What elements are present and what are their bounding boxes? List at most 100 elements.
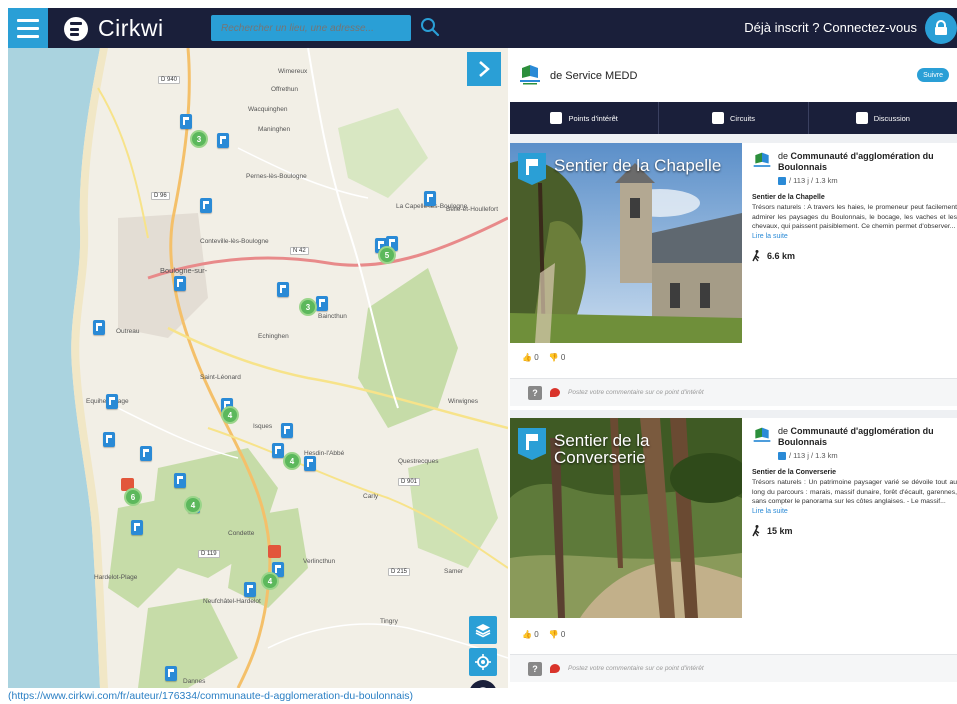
search-icon[interactable] <box>420 17 440 37</box>
author-logo-icon <box>520 65 540 85</box>
map-label: Conteville-lès-Boulogne <box>200 238 269 245</box>
poi-pin-icon[interactable] <box>131 520 143 535</box>
read-more-link[interactable]: Lire la suite <box>752 233 957 240</box>
trail-title[interactable]: Sentier de la Chapelle <box>554 157 740 174</box>
reactions: 👍 0 👎 0 <box>522 353 565 362</box>
hiker-icon <box>752 524 760 536</box>
trail-card[interactable]: Sentier de la Converserie de Communauté … <box>510 418 957 688</box>
source-url-caption[interactable]: (https://www.cirkwi.com/fr/auteur/176334… <box>8 690 413 702</box>
poi-pin-icon[interactable] <box>140 446 152 461</box>
poi-pin-icon[interactable] <box>424 191 436 206</box>
layers-button[interactable] <box>469 616 497 644</box>
search-input[interactable] <box>211 15 411 41</box>
details-panel: de Service MEDD Suivre Points d'intérêt … <box>510 48 957 688</box>
poi-pin-icon[interactable] <box>304 456 316 471</box>
geolocate-button[interactable] <box>469 648 497 676</box>
poi-pin-icon[interactable] <box>281 423 293 438</box>
crosshair-icon <box>475 654 491 670</box>
map-label: Maninghen <box>258 126 291 133</box>
road-number: D 119 <box>198 550 220 558</box>
poi-pin-icon[interactable] <box>272 443 284 458</box>
map-label: Echinghen <box>258 333 289 340</box>
trail-flag-icon <box>518 428 546 460</box>
help-icon[interactable]: ? <box>528 385 542 400</box>
cluster-marker[interactable]: 4 <box>283 452 301 470</box>
trail-title[interactable]: Sentier de la Converserie <box>554 432 740 466</box>
poi-pin-icon[interactable] <box>244 582 256 597</box>
hamburger-menu-icon[interactable] <box>8 8 48 48</box>
trail-flag-icon <box>518 153 546 185</box>
road-number: N 42 <box>290 247 309 255</box>
map-label: Condette <box>228 530 255 537</box>
poi-pin-icon[interactable] <box>174 276 186 291</box>
poi-type-icon <box>778 176 786 185</box>
layers-icon <box>475 624 491 638</box>
lock-icon[interactable] <box>925 12 957 44</box>
poi-pin-icon[interactable] <box>180 114 192 129</box>
map-pin-icon <box>550 112 563 124</box>
trail-author[interactable]: de Communauté d'agglomération du Boulonn… <box>778 426 957 448</box>
tab-discussion[interactable]: Discussion <box>809 102 957 134</box>
cluster-marker[interactable]: 3 <box>190 130 208 148</box>
map-label: Verlincthun <box>303 558 336 565</box>
trail-stats: / 113 j / 1.3 km <box>778 176 957 185</box>
building-pin-icon[interactable] <box>268 545 281 558</box>
top-bar: Cirkwi Déjà inscrit ? Connectez-vous <box>8 8 957 48</box>
login-link[interactable]: Déjà inscrit ? Connectez-vous <box>744 20 917 35</box>
poi-pin-icon[interactable] <box>277 282 289 297</box>
poi-pin-icon[interactable] <box>106 394 118 409</box>
like-button[interactable]: 👍 0 <box>522 630 539 639</box>
map-label: Carly <box>363 493 379 500</box>
cluster-marker[interactable]: 4 <box>184 496 202 514</box>
trail-photo[interactable]: Sentier de la Converserie <box>510 418 742 618</box>
poi-pin-icon[interactable] <box>316 296 328 311</box>
poi-pin-icon[interactable] <box>93 320 105 335</box>
road-number: D 901 <box>398 478 421 486</box>
trail-stats: / 113 j / 1.3 km <box>778 451 957 460</box>
dislike-button[interactable]: 👎 0 <box>549 630 566 639</box>
read-more-link[interactable]: Lire la suite <box>752 508 957 515</box>
cluster-marker[interactable]: 3 <box>299 298 317 316</box>
trail-name: Sentier de la Chapelle <box>752 194 825 201</box>
follow-button[interactable]: Suivre <box>917 68 949 82</box>
cirkwi-logo[interactable]: Cirkwi <box>64 15 164 42</box>
cluster-marker[interactable]: 5 <box>378 246 396 264</box>
comment-icon <box>550 664 560 673</box>
map-label: Dannes <box>183 678 206 685</box>
poi-pin-icon[interactable] <box>174 473 186 488</box>
author-name[interactable]: de Service MEDD <box>550 70 637 82</box>
dislike-button[interactable]: 👎 0 <box>549 353 566 362</box>
comment-bar[interactable]: ? Postez votre commentaire sur ce point … <box>510 378 957 406</box>
help-icon[interactable]: ? <box>528 661 542 676</box>
cluster-marker[interactable]: 6 <box>124 488 142 506</box>
poi-pin-icon[interactable] <box>200 198 212 213</box>
cluster-marker[interactable]: 4 <box>221 406 239 424</box>
tab-points-of-interest[interactable]: Points d'intérêt <box>510 102 660 134</box>
compass-icon <box>479 687 487 688</box>
comment-bar[interactable]: ? Postez votre commentaire sur ce point … <box>510 654 957 682</box>
map-view[interactable]: Boulogne-sur- Outreau Equihen-Plage Hard… <box>8 48 508 688</box>
app-window: Cirkwi Déjà inscrit ? Connectez-vous <box>8 8 957 688</box>
comment-input[interactable]: Postez votre commentaire sur ce point d'… <box>568 665 704 672</box>
map-label: Wirwignes <box>448 398 478 405</box>
poi-pin-icon[interactable] <box>165 666 177 681</box>
poi-pin-icon[interactable] <box>103 432 115 447</box>
discussion-icon <box>855 112 868 124</box>
poi-pin-icon[interactable] <box>217 133 229 148</box>
trail-card[interactable]: Sentier de la Chapelle de Communauté d'a… <box>510 143 957 410</box>
comment-input[interactable]: Postez votre commentaire sur ce point d'… <box>568 389 704 396</box>
trail-photo[interactable]: Sentier de la Chapelle <box>510 143 742 343</box>
road-number: D 215 <box>388 568 411 576</box>
comment-icon <box>550 388 560 397</box>
road-number: D 940 <box>158 76 181 84</box>
poi-type-icon <box>778 451 786 460</box>
cluster-marker[interactable]: 4 <box>261 572 279 590</box>
tab-label: Points d'intérêt <box>568 113 618 123</box>
tab-circuits[interactable]: Circuits <box>659 102 809 134</box>
trail-author[interactable]: de Communauté d'agglomération du Boulonn… <box>778 151 957 173</box>
collapse-panel-button[interactable] <box>467 52 501 86</box>
hiker-icon <box>752 249 760 261</box>
like-button[interactable]: 👍 0 <box>522 353 539 362</box>
route-icon <box>711 112 724 124</box>
map-label: Wimereux <box>278 68 308 75</box>
